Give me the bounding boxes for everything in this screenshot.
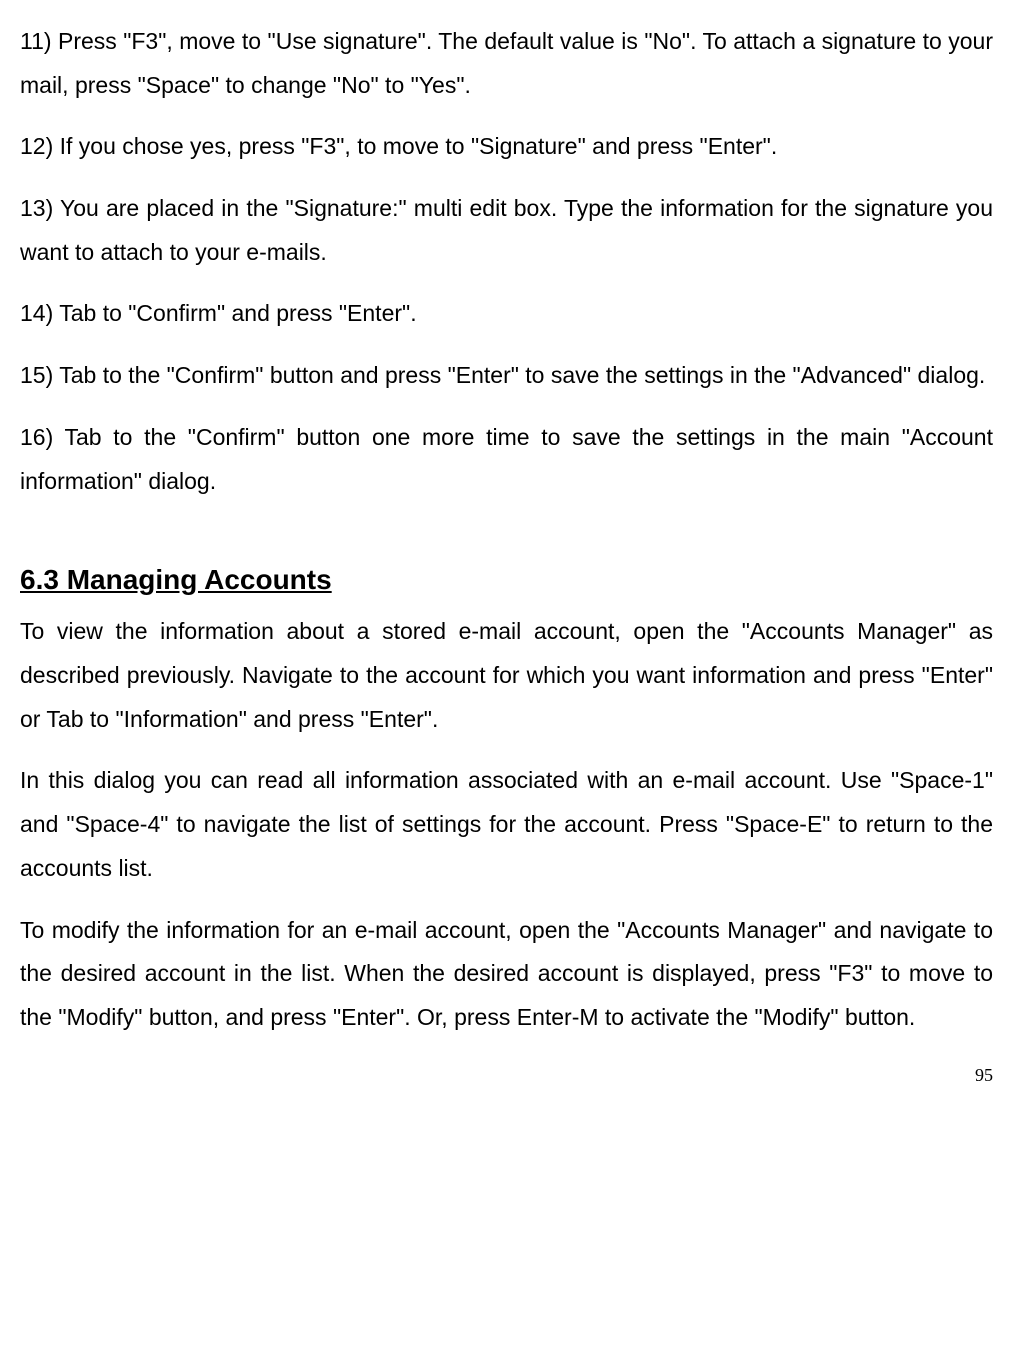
section-body-3: To modify the information for an e-mail …: [20, 909, 993, 1040]
step-16-text: 16) Tab to the "Confirm" button one more…: [20, 416, 993, 503]
step-13-text: 13) You are placed in the "Signature:" m…: [20, 187, 993, 274]
step-14-text: 14) Tab to "Confirm" and press "Enter".: [20, 292, 993, 336]
section-body-1: To view the information about a stored e…: [20, 610, 993, 741]
section-heading-6-3: 6.3 Managing Accounts: [20, 553, 993, 606]
step-11-text: 11) Press "F3", move to "Use signature".…: [20, 20, 993, 107]
section-body-2: In this dialog you can read all informat…: [20, 759, 993, 890]
page-number: 95: [20, 1058, 993, 1092]
step-15-text: 15) Tab to the "Confirm" button and pres…: [20, 354, 993, 398]
step-12-text: 12) If you chose yes, press "F3", to mov…: [20, 125, 993, 169]
